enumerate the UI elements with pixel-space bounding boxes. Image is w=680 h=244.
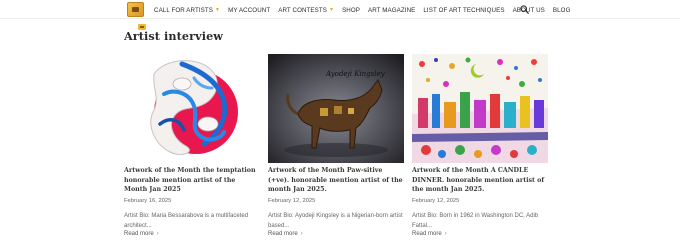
article-card: Artwork of the Month the temptation hono… xyxy=(124,54,260,237)
article-card: Ayodeji Kingsley Artwork of the Month Pa… xyxy=(268,54,404,237)
nav-item-art-magazine[interactable]: Art magazine xyxy=(368,7,415,14)
nav-item-label: Blog xyxy=(552,6,571,14)
main-nav: Call for artists ▼ My account Art contes… xyxy=(154,5,579,15)
article-thumbnail[interactable] xyxy=(124,54,260,163)
read-more-label: Read more xyxy=(124,231,154,238)
read-more-label: Read more xyxy=(268,231,298,238)
article-thumbnail[interactable] xyxy=(412,54,548,163)
article-date: February 12, 2025 xyxy=(412,197,460,204)
caret-down-icon: ▼ xyxy=(329,7,335,13)
caret-down-icon: ▼ xyxy=(215,7,221,13)
article-title[interactable]: Artwork of the Month Paw-sitive (+ve). h… xyxy=(268,166,404,195)
nav-item-call-for-artists[interactable]: Call for artists ▼ xyxy=(154,7,220,14)
article-title[interactable]: Artwork of the Month A CANDLE DINNER. ho… xyxy=(412,166,548,195)
article-excerpt: Artist Bio: Maria Bessarabova is a multi… xyxy=(124,212,249,229)
nav-item-art-contests[interactable]: Art contests ▼ xyxy=(278,7,334,14)
article-title[interactable]: Artwork of the Month the temptation hono… xyxy=(124,166,260,195)
article-card: Artwork of the Month A CANDLE DINNER. ho… xyxy=(412,54,548,237)
nav-item-shop[interactable]: Shop xyxy=(342,7,360,14)
read-more-link[interactable]: Read more › xyxy=(412,231,548,237)
article-excerpt: Artist Bio: Ayodeji Kingsley is a Nigeri… xyxy=(268,212,403,229)
read-more-link[interactable]: Read more › xyxy=(124,231,260,237)
article-date: February 16, 2025 xyxy=(124,197,172,204)
site-header: Call for artists ▼ My account Art contes… xyxy=(0,0,680,19)
nav-item-list-of-art-techniques[interactable]: List of art techniques xyxy=(423,7,504,14)
article-excerpt: Artist Bio: Born in 1962 in Washington D… xyxy=(412,212,539,229)
nav-item-label: Art contests xyxy=(278,6,327,14)
article-date: February 12, 2025 xyxy=(268,197,316,204)
artist-signature: Ayodeji Kingsley xyxy=(325,70,386,78)
nav-item-label: Art magazine xyxy=(368,6,416,14)
site-logo[interactable] xyxy=(127,2,144,17)
article-thumbnail[interactable]: Ayodeji Kingsley xyxy=(268,54,404,163)
chevron-right-icon: › xyxy=(300,231,303,238)
read-more-label: Read more xyxy=(412,231,442,238)
nav-item-blog[interactable]: Blog xyxy=(553,7,571,14)
section-title: Artist interview xyxy=(124,29,224,43)
nav-item-my-account[interactable]: My account xyxy=(228,7,270,14)
search-icon[interactable] xyxy=(520,5,529,14)
nav-item-label: Call for artists xyxy=(154,6,214,14)
chevron-right-icon: › xyxy=(156,231,159,238)
chevron-right-icon: › xyxy=(444,231,447,238)
nav-item-label: My account xyxy=(228,6,271,14)
read-more-link[interactable]: Read more › xyxy=(268,231,404,237)
nav-item-label: List of art techniques xyxy=(423,6,505,14)
nav-item-label: Shop xyxy=(342,6,360,14)
